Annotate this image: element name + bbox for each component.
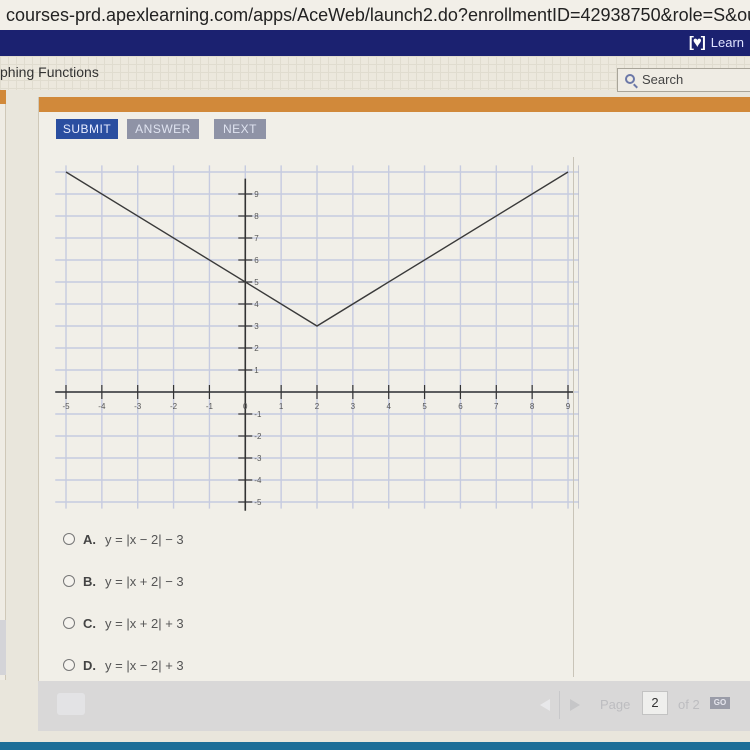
pagination-separator: [559, 691, 560, 719]
next-page-arrow-icon[interactable]: [570, 699, 580, 711]
pagination-bar: Page 2 of 2 GO: [38, 681, 750, 731]
x-tick-label: 6: [458, 402, 463, 411]
choice-text: y = |x + 2| − 3: [105, 573, 184, 589]
x-tick-label: 5: [422, 402, 427, 411]
panel-header-bar: [39, 97, 750, 112]
taskbar-strip: [0, 742, 750, 750]
choice-b[interactable]: B. y = |x + 2| − 3: [63, 571, 184, 591]
x-tick-label: -1: [206, 402, 214, 411]
x-tick-label: 2: [315, 402, 320, 411]
choice-letter: A.: [83, 531, 96, 547]
choice-letter: C.: [83, 615, 96, 631]
left-panel-accent: [0, 90, 6, 104]
submit-button[interactable]: SUBMIT: [56, 119, 118, 139]
y-tick-label: 4: [254, 300, 259, 309]
y-tick-label: -4: [254, 476, 262, 485]
x-tick-label: -2: [170, 402, 178, 411]
print-icon[interactable]: [57, 693, 85, 715]
choice-letter: D.: [83, 657, 96, 673]
logo-mark-icon: [♥]: [688, 34, 706, 51]
y-tick-label: 3: [254, 322, 259, 331]
left-panel: [0, 90, 6, 680]
apex-logo: [♥] Learn: [689, 34, 744, 51]
search-input[interactable]: Search: [617, 68, 750, 92]
y-tick-label: 8: [254, 212, 259, 221]
question-panel: SUBMIT ANSWER NEXT -5 -4 -3 -2 -1 0 1 2 3 4 5 6 7 8 9-…: [38, 97, 750, 685]
choice-c[interactable]: C. y = |x + 2| + 3: [63, 613, 184, 633]
search-icon: [625, 74, 635, 84]
x-tick-label: 8: [530, 402, 535, 411]
function-graph: -5 -4 -3 -2 -1 0 1 2 3 4 5 6 7 8 9 -5 -4 -3 -2 -1 1 2 3 4 5 6 7 8 9: [55, 165, 579, 511]
previous-page-arrow-icon[interactable]: [540, 699, 550, 711]
top-nav-bar: [♥] Learn: [0, 30, 750, 56]
next-button[interactable]: NEXT: [214, 119, 266, 139]
y-tick-label: -3: [254, 454, 262, 463]
x-tick-label: 3: [351, 402, 356, 411]
radio-button[interactable]: [63, 617, 75, 629]
choice-d[interactable]: D. y = |x − 2| + 3: [63, 655, 184, 675]
choice-a[interactable]: A. y = |x − 2| − 3: [63, 529, 184, 549]
x-tick-label: 4: [386, 402, 391, 411]
x-tick-label: -5: [62, 402, 70, 411]
y-tick-label: 9: [254, 190, 259, 199]
y-tick-label: 5: [254, 278, 259, 287]
y-tick-label: -5: [254, 498, 262, 507]
page-count-label: of 2: [678, 697, 700, 712]
y-tick-label: 2: [254, 344, 259, 353]
choice-text: y = |x − 2| + 3: [105, 657, 184, 673]
panel-divider: [573, 157, 574, 677]
choice-text: y = |x − 2| − 3: [105, 531, 184, 547]
page-number-input[interactable]: 2: [642, 691, 668, 715]
lesson-title: phing Functions: [0, 64, 99, 80]
x-tick-label: -3: [134, 402, 142, 411]
x-tick-label: 0: [243, 402, 248, 411]
y-tick-label: 7: [254, 234, 259, 243]
search-placeholder: Search: [642, 72, 684, 87]
answer-button[interactable]: ANSWER: [127, 119, 199, 139]
left-panel-tab[interactable]: [0, 620, 6, 675]
y-tick-label: -2: [254, 432, 262, 441]
choice-text: y = |x + 2| + 3: [105, 615, 184, 631]
radio-button[interactable]: [63, 533, 75, 545]
y-tick-label: 1: [254, 366, 259, 375]
choice-letter: B.: [83, 573, 96, 589]
x-tick-label: 9: [566, 402, 571, 411]
url-text: courses-prd.apexlearning.com/apps/AceWeb…: [6, 5, 750, 25]
sub-header: phing Functions Search: [0, 56, 750, 92]
x-tick-label: 7: [494, 402, 499, 411]
y-tick-label: -1: [254, 410, 262, 419]
y-tick-label: 6: [254, 256, 259, 265]
logo-text: Learn: [710, 35, 744, 50]
radio-button[interactable]: [63, 575, 75, 587]
radio-button[interactable]: [63, 659, 75, 671]
x-tick-label: -4: [98, 402, 106, 411]
go-button[interactable]: GO: [710, 697, 730, 709]
address-bar[interactable]: courses-prd.apexlearning.com/apps/AceWeb…: [0, 0, 750, 30]
page-label: Page: [600, 697, 631, 712]
x-tick-label: 1: [279, 402, 284, 411]
